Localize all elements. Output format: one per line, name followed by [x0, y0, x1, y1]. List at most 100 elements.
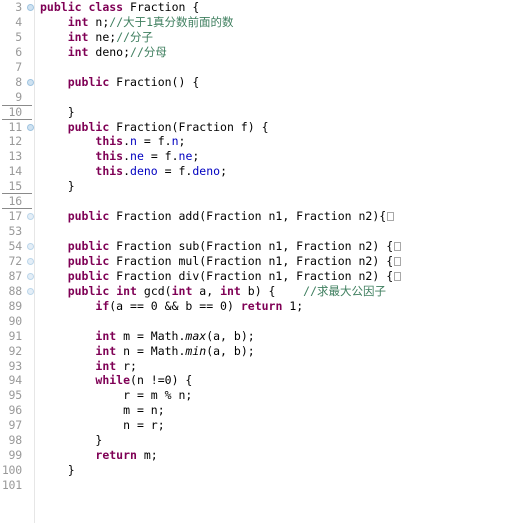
fold-expand-icon[interactable] [27, 272, 34, 280]
code-line[interactable]: r = m % n; [34, 388, 516, 403]
code-line[interactable]: } [34, 179, 516, 194]
code-line[interactable]: int n;//大于1真分数前面的数 [34, 15, 516, 30]
keyword-token: int [67, 29, 89, 44]
keyword-token: public [67, 268, 110, 283]
collapsed-code-placeholder[interactable] [394, 242, 402, 251]
keyword-token: public [67, 119, 110, 134]
number-token: 0 [150, 298, 158, 313]
code-editor[interactable]: 3 4 5 6 7 8 9 10 11 12 13 14 15 16 17 53 54 72 87 88 89 90 91 9… [0, 0, 516, 523]
code-line[interactable]: if(a == 0 && b == 0) return 1; [34, 299, 516, 314]
fold-range-separator [2, 104, 32, 106]
fold-expand-icon[interactable] [27, 243, 34, 250]
line-number: 93 [8, 358, 23, 373]
line-number: 16 [8, 194, 23, 209]
gutter-line: 15 [0, 179, 34, 195]
code-line[interactable]: } [34, 463, 516, 478]
code-content[interactable]: public class Fraction { int n;//大于1真分数前面… [34, 0, 516, 523]
plain-token: (n != [130, 373, 165, 388]
keyword-token: public [67, 209, 110, 224]
keyword-token: int [95, 358, 117, 373]
code-line[interactable] [34, 314, 516, 329]
code-line[interactable]: public Fraction() { [34, 75, 516, 90]
fold-collapse-icon[interactable] [27, 78, 34, 86]
code-line[interactable]: while(n !=0) { [34, 373, 516, 388]
code-line[interactable]: int m = Math.max(a, b); [34, 329, 516, 344]
code-line[interactable] [34, 90, 516, 105]
static-member-token: max [185, 328, 207, 343]
line-number: 97 [8, 418, 23, 433]
code-line[interactable]: int deno;//分母 [34, 45, 516, 60]
fold-expand-icon[interactable] [27, 213, 34, 221]
keyword-token: int [67, 44, 89, 59]
code-line[interactable]: public Fraction add(Fraction n1, Fractio… [34, 209, 516, 224]
keyword-token: int [220, 283, 241, 298]
code-line[interactable] [34, 224, 516, 239]
line-number: 54 [8, 239, 23, 253]
fold-collapse-icon[interactable] [27, 4, 34, 11]
gutter-line: 54 [0, 239, 34, 254]
code-line[interactable]: } [34, 105, 516, 120]
code-line[interactable]: public class Fraction { [34, 0, 516, 15]
code-line[interactable]: return m; [34, 448, 516, 463]
line-number: 6 [15, 44, 22, 59]
keyword-token: public [67, 283, 110, 298]
keyword-token: class [88, 0, 124, 14]
code-line[interactable] [34, 478, 516, 493]
gutter-line: 10 [0, 104, 34, 120]
collapsed-code-placeholder[interactable] [387, 212, 395, 222]
number-token: 0 [164, 373, 172, 388]
code-line[interactable]: public Fraction div(Fraction n1, Fractio… [34, 269, 516, 284]
code-line[interactable]: this.deno = f.deno; [34, 164, 516, 179]
editor-gutter[interactable]: 3 4 5 6 7 8 9 10 11 12 13 14 15 16 17 53 54 72 87 88 89 90 91 9… [0, 0, 35, 523]
code-line[interactable]: public int gcd(int a, int b) { //求最大公因子 [34, 284, 516, 299]
line-number: 7 [15, 59, 22, 74]
plain-token: } [67, 104, 75, 119]
keyword-token: int [95, 328, 117, 343]
keyword-token: public [67, 74, 110, 89]
code-line[interactable]: public Fraction mul(Fraction n1, Fractio… [34, 254, 516, 269]
code-line[interactable]: public Fraction sub(Fraction n1, Fractio… [34, 239, 516, 254]
code-line[interactable] [34, 194, 516, 209]
code-line[interactable]: m = n; [34, 403, 516, 418]
gutter-line: 14 [0, 164, 34, 179]
gutter-line: 53 [0, 224, 34, 239]
code-line[interactable] [34, 60, 516, 75]
line-number: 87 [8, 268, 23, 283]
code-line[interactable]: n = r; [34, 418, 516, 433]
code-line[interactable]: this.n = f.n; [34, 134, 516, 149]
gutter-line: 17 [0, 209, 34, 224]
plain-token: ; [220, 164, 227, 179]
line-number: 101 [1, 478, 22, 492]
plain-token: ; [296, 298, 304, 313]
field-token: n [130, 134, 137, 149]
plain-token: ) { [171, 373, 193, 388]
code-line[interactable]: int r; [34, 359, 516, 374]
fold-collapse-icon[interactable] [27, 123, 34, 131]
keyword-token: while [95, 373, 131, 388]
code-line[interactable]: public Fraction(Fraction f) { [34, 120, 516, 135]
keyword-token: this [95, 149, 124, 164]
line-number: 10 [8, 104, 23, 119]
fold-expand-icon[interactable] [27, 257, 34, 265]
line-number-list: 3 4 5 6 7 8 9 10 11 12 13 14 15 16 17 53 54 72 87 88 89 90 91 9… [0, 0, 34, 493]
collapsed-code-placeholder[interactable] [394, 256, 402, 266]
fold-expand-icon[interactable] [27, 287, 34, 295]
code-line[interactable]: int ne;//分子 [34, 30, 516, 45]
plain-token: n = Math. [116, 343, 186, 358]
code-line[interactable]: int n = Math.min(a, b); [34, 344, 516, 359]
collapsed-code-placeholder[interactable] [394, 271, 402, 281]
keyword-token: public [40, 0, 82, 14]
code-line[interactable]: } [34, 433, 516, 448]
code-line[interactable]: this.ne = f.ne; [34, 149, 516, 164]
gutter-line: 5 [0, 30, 34, 45]
